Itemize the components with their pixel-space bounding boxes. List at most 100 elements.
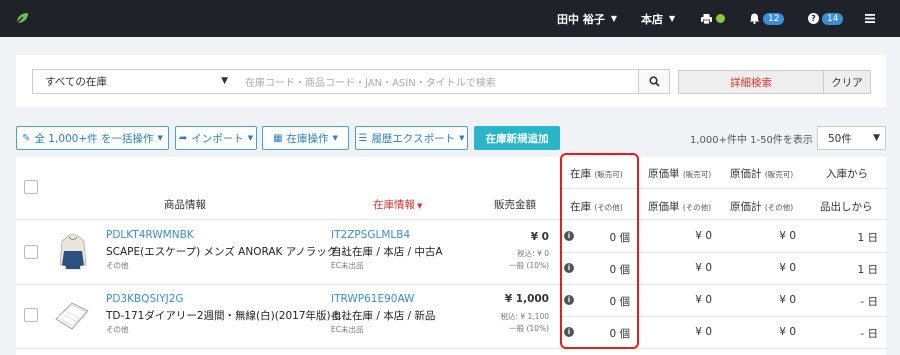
header-unit-cost-sellable[interactable]: 原価単 (販売可) (648, 166, 711, 181)
hamburger-menu-button[interactable] (865, 0, 875, 37)
header-total-cost-other-label: 原価計 (730, 201, 762, 213)
price-tax-included: 税込: ¥ 0 (517, 249, 549, 258)
header-unit-cost-sellable-sub: (販売可) (682, 170, 712, 179)
cubes-icon: ▦ (273, 132, 283, 144)
add-new-stock-button[interactable]: 在庫新規追加 (474, 126, 560, 150)
import-label: インポート (191, 132, 244, 145)
bulk-action-button[interactable]: ✎ 全 1,000+件 を一括操作 ▼ (16, 126, 169, 150)
search-panel: すべての在庫 ▼ 在庫コード・商品コード・JAN・ASIN・タイトルで検索 詳細… (16, 55, 886, 107)
history-export-button[interactable]: ☰ 履歴エクスポート ▼ (355, 126, 468, 150)
days-since-out: - 日 (860, 328, 878, 340)
chevron-down-icon: ▼ (669, 14, 676, 23)
status-dot (716, 14, 725, 23)
notifications-menu[interactable]: 12 (749, 0, 785, 37)
header-total-cost-sellable-sub: (販売可) (764, 170, 794, 179)
tax-type: 一般 (10%) (509, 324, 549, 333)
total-cost-sellable: ¥ 0 (779, 294, 796, 306)
product-category: その他 (106, 261, 129, 270)
menu-icon (865, 14, 875, 23)
caret-down-icon: ▼ (332, 134, 338, 142)
store-menu[interactable]: 本店 ▼ (641, 0, 675, 37)
printer-icon (701, 13, 712, 24)
stock-column-highlight (560, 153, 639, 349)
bell-icon (750, 13, 759, 24)
product-thumbnail[interactable] (58, 233, 88, 271)
stock-operation-label: 在庫操作 (286, 132, 329, 145)
product-name: SCAPE(エスケープ) メンズ ANORAK アノラック ... (106, 246, 351, 258)
header-stock-info-label: 在庫情報 (373, 199, 415, 211)
chevron-down-icon: ▼ (873, 133, 880, 143)
unit-cost-sellable: ¥ 0 (695, 230, 712, 242)
stock-scope-select[interactable]: すべての在庫 ▼ (32, 69, 235, 94)
user-name: 田中 裕子 (557, 12, 605, 26)
search-input[interactable]: 在庫コード・商品コード・JAN・ASIN・タイトルで検索 (234, 69, 639, 94)
header-unit-cost-other-sub: (その他) (682, 203, 712, 212)
header-sales-amount[interactable]: 販売金額 (494, 197, 536, 212)
divider (16, 219, 886, 220)
total-cost-other: ¥ 0 (779, 262, 796, 274)
search-placeholder: 在庫コード・商品コード・JAN・ASIN・タイトルで検索 (245, 78, 496, 89)
caret-down-icon: ▼ (157, 134, 163, 142)
history-export-label: 履歴エクスポート (371, 132, 456, 145)
header-unit-cost-sellable-label: 原価単 (648, 168, 680, 180)
product-category: その他 (106, 325, 129, 334)
printer-status[interactable] (701, 0, 725, 37)
row-checkbox[interactable] (24, 245, 38, 259)
pagination-info: 1,000+件中 1-50件を表示 (690, 135, 813, 146)
help-menu[interactable]: ? 14 (808, 0, 844, 37)
stock-code-link[interactable]: IT2ZPSGLMLB4 (331, 229, 410, 241)
price-tax-included: 税込: ¥ 1,100 (500, 312, 549, 321)
help-count-badge: 14 (822, 12, 844, 25)
product-sku-link[interactable]: PDLKT4RWMNBK (106, 229, 194, 241)
sort-desc-icon: ▼ (417, 202, 423, 210)
product-thumbnail[interactable] (54, 297, 90, 331)
days-since-in: - 日 (860, 296, 878, 308)
product-name: TD-171ダイアリー2週間・無線(白)(2017年版)-t... (106, 310, 349, 322)
stock-location: 自社在庫 / 本店 / 新品 (331, 310, 436, 322)
search-button[interactable] (638, 69, 670, 94)
store-name: 本店 (641, 12, 663, 26)
advanced-search-button[interactable]: 詳細検索 (678, 70, 824, 94)
app-logo-icon[interactable] (14, 10, 30, 26)
header-stock-info[interactable]: 在庫情報 ▼ (373, 197, 422, 212)
header-total-cost-other[interactable]: 原価計 (その他) (730, 199, 793, 214)
product-sku-link[interactable]: PD3KBQSIYJ2G (106, 293, 184, 305)
header-unit-cost-other[interactable]: 原価単 (その他) (648, 199, 711, 214)
unit-cost-sellable: ¥ 0 (695, 294, 712, 306)
row-checkbox[interactable] (24, 308, 38, 322)
stock-scope-value: すべての在庫 (45, 76, 107, 88)
unit-cost-other: ¥ 0 (695, 326, 712, 338)
caret-down-icon: ▼ (459, 134, 465, 142)
header-days-since-out[interactable]: 品出しから (820, 199, 873, 214)
tax-type: 一般 (10%) (509, 261, 549, 270)
stock-code-link[interactable]: ITRWP61E90AW (331, 293, 414, 305)
stock-operation-button[interactable]: ▦ 在庫操作 ▼ (262, 126, 349, 150)
header-product-info[interactable]: 商品情報 (164, 197, 206, 212)
import-button[interactable]: ➦ インポート ▼ (175, 126, 257, 150)
divider (16, 284, 886, 285)
caret-down-icon: ▼ (247, 134, 254, 142)
sales-price: ¥ 1,000 (504, 293, 549, 305)
header-total-cost-sellable-label: 原価計 (730, 168, 762, 180)
days-since-in: 1 日 (857, 232, 878, 244)
select-all-checkbox[interactable] (24, 180, 38, 194)
header-unit-cost-other-label: 原価単 (648, 201, 680, 213)
chevron-down-icon: ▼ (221, 76, 228, 86)
per-page-value: 50件 (828, 132, 852, 145)
user-menu[interactable]: 田中 裕子 ▼ (557, 0, 617, 37)
question-icon: ? (808, 13, 819, 24)
notification-count-badge: 12 (763, 12, 785, 25)
header-total-cost-sellable[interactable]: 原価計 (販売可) (730, 166, 793, 181)
clear-button[interactable]: クリア (823, 70, 871, 94)
total-cost-sellable: ¥ 0 (779, 230, 796, 242)
unit-cost-other: ¥ 0 (695, 262, 712, 274)
header-total-cost-other-sub: (その他) (764, 203, 794, 212)
top-navbar: 田中 裕子 ▼ 本店 ▼ 12 ? 14 (0, 0, 900, 37)
total-cost-other: ¥ 0 (779, 326, 796, 338)
chevron-down-icon: ▼ (610, 14, 617, 23)
list-icon: ☰ (358, 132, 368, 144)
stock-location: 自社在庫 / 本店 / 中古A (331, 246, 443, 258)
header-days-since-in[interactable]: 入庫から (826, 166, 868, 181)
ec-status: EC未出品 (331, 325, 364, 334)
per-page-select[interactable]: 50件 ▼ (817, 126, 886, 150)
